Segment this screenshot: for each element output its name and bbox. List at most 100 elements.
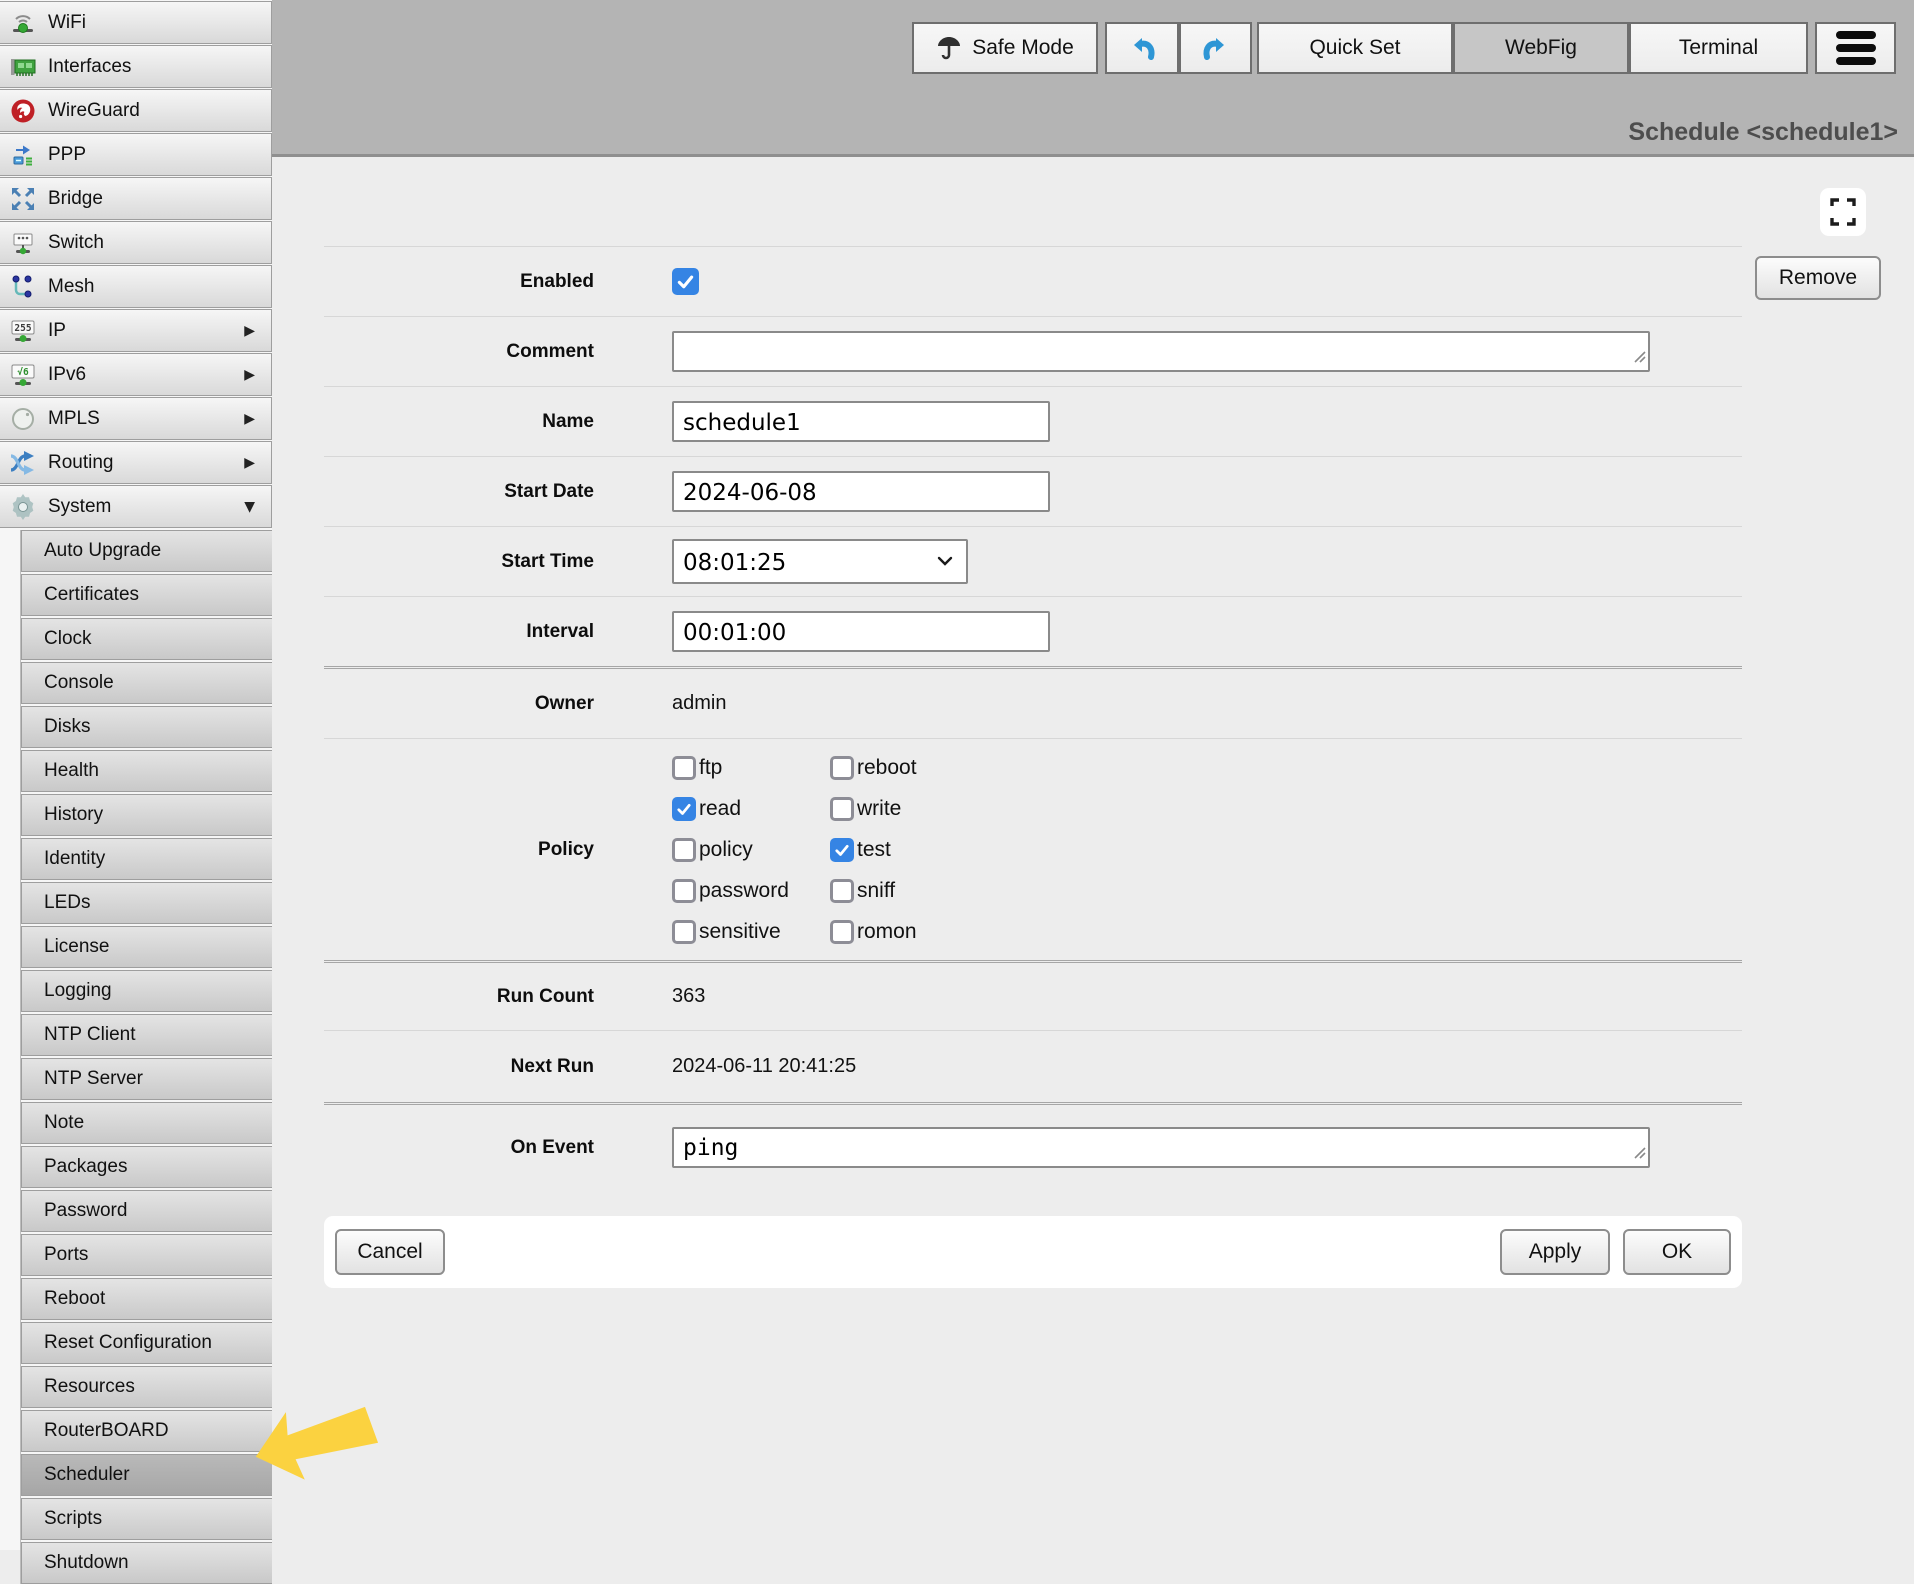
submenu-item-console[interactable]: Console: [21, 662, 272, 704]
submenu-item-note[interactable]: Note: [21, 1102, 272, 1144]
submenu-item-identity[interactable]: Identity: [21, 838, 272, 880]
policy-checkbox-read[interactable]: [672, 797, 696, 821]
submenu-item-auto-upgrade[interactable]: Auto Upgrade: [21, 530, 272, 572]
terminal-label: Terminal: [1679, 36, 1758, 60]
start-date-input[interactable]: [672, 471, 1050, 512]
comment-input[interactable]: [672, 331, 1650, 372]
policy-item-read: read: [672, 797, 830, 821]
policy-item-sensitive: sensitive: [672, 920, 830, 944]
policy-checkbox-label: romon: [857, 920, 917, 944]
undo-icon: [1125, 31, 1159, 65]
submenu-item-health[interactable]: Health: [21, 750, 272, 792]
policy-checkbox-reboot[interactable]: [830, 756, 854, 780]
ipv6-icon: √6: [8, 360, 38, 390]
redo-button[interactable]: [1179, 22, 1252, 74]
interval-label: Interval: [324, 621, 594, 643]
policy-item-password: password: [672, 879, 830, 903]
submenu-item-clock[interactable]: Clock: [21, 618, 272, 660]
policy-checkbox-label: test: [857, 838, 891, 862]
remove-button[interactable]: Remove: [1755, 256, 1881, 300]
mpls-icon: [8, 404, 38, 434]
tab-webfig[interactable]: WebFig: [1453, 22, 1629, 74]
sidebar-item-switch[interactable]: Switch: [0, 221, 272, 264]
sidebar-item-label: Switch: [48, 232, 104, 254]
policy-checkbox-label: read: [699, 797, 741, 821]
sidebar-item-wifi[interactable]: WiFi: [0, 1, 272, 44]
submenu-item-packages[interactable]: Packages: [21, 1146, 272, 1188]
submenu-item-certificates[interactable]: Certificates: [21, 574, 272, 616]
name-input[interactable]: [672, 401, 1050, 442]
policy-checkbox-test[interactable]: [830, 838, 854, 862]
policy-item-romon: romon: [830, 920, 917, 944]
sidebar-item-label: Mesh: [48, 276, 94, 298]
sidebar-item-ppp[interactable]: PPP: [0, 133, 272, 176]
apply-button[interactable]: Apply: [1500, 1229, 1610, 1275]
sidebar-item-routing[interactable]: Routing▶: [0, 441, 272, 484]
policy-checkbox-sensitive[interactable]: [672, 920, 696, 944]
webfig-label: WebFig: [1505, 36, 1577, 60]
start-time-select[interactable]: 08:01:25: [672, 539, 968, 584]
policy-label: Policy: [324, 839, 594, 861]
sidebar-item-mesh[interactable]: Mesh: [0, 265, 272, 308]
action-bar: Cancel Apply OK: [324, 1216, 1742, 1288]
safe-mode-button[interactable]: Safe Mode: [912, 22, 1098, 74]
header: Safe Mode Quick Set WebFig Terminal Sche…: [272, 0, 1914, 157]
policy-checkbox-romon[interactable]: [830, 920, 854, 944]
undo-button[interactable]: [1105, 22, 1179, 74]
comment-label: Comment: [324, 341, 594, 363]
cancel-button[interactable]: Cancel: [335, 1229, 445, 1275]
submenu-item-scheduler[interactable]: Scheduler: [21, 1454, 272, 1496]
submenu-item-logging[interactable]: Logging: [21, 970, 272, 1012]
submenu-item-reboot[interactable]: Reboot: [21, 1278, 272, 1320]
policy-checkbox-ftp[interactable]: [672, 756, 696, 780]
owner-label: Owner: [324, 693, 594, 715]
sidebar-item-interfaces[interactable]: Interfaces: [0, 45, 272, 88]
sidebar-item-wireguard[interactable]: WireGuard: [0, 89, 272, 132]
safe-mode-label: Safe Mode: [972, 36, 1074, 60]
sidebar-item-label: IPv6: [48, 364, 86, 386]
next-run-label: Next Run: [324, 1056, 594, 1078]
sidebar-item-mpls[interactable]: MPLS▶: [0, 397, 272, 440]
umbrella-icon: [936, 35, 962, 61]
name-label: Name: [324, 411, 594, 433]
submenu-item-password[interactable]: Password: [21, 1190, 272, 1232]
tab-quick-set[interactable]: Quick Set: [1257, 22, 1453, 74]
tab-terminal[interactable]: Terminal: [1629, 22, 1808, 74]
submenu-item-ntp-server[interactable]: NTP Server: [21, 1058, 272, 1100]
sidebar-item-system[interactable]: System▼: [0, 485, 272, 528]
ok-button[interactable]: OK: [1623, 1229, 1731, 1275]
menu-button[interactable]: [1815, 22, 1896, 74]
submenu-item-disks[interactable]: Disks: [21, 706, 272, 748]
sidebar-item-ipv6[interactable]: √6IPv6▶: [0, 353, 272, 396]
svg-text:√6: √6: [17, 367, 29, 378]
submenu-item-leds[interactable]: LEDs: [21, 882, 272, 924]
submenu-item-routerboard[interactable]: RouterBOARD: [21, 1410, 272, 1452]
submenu-item-license[interactable]: License: [21, 926, 272, 968]
policy-checkbox-write[interactable]: [830, 797, 854, 821]
submenu-item-resources[interactable]: Resources: [21, 1366, 272, 1408]
submenu-item-ntp-client[interactable]: NTP Client: [21, 1014, 272, 1056]
policy-checkbox-password[interactable]: [672, 879, 696, 903]
policy-checkbox-policy[interactable]: [672, 838, 696, 862]
enabled-label: Enabled: [324, 271, 594, 293]
enabled-checkbox[interactable]: [672, 268, 699, 295]
sidebar-item-label: IP: [48, 320, 66, 342]
sidebar-item-ip[interactable]: 255IP▶: [0, 309, 272, 352]
submenu-item-ports[interactable]: Ports: [21, 1234, 272, 1276]
owner-row: Owner admin: [324, 666, 1742, 738]
sidebar-item-label: MPLS: [48, 408, 100, 430]
interval-input[interactable]: [672, 611, 1050, 652]
submenu-item-scripts[interactable]: Scripts: [21, 1498, 272, 1540]
submenu-item-reset-configuration[interactable]: Reset Configuration: [21, 1322, 272, 1364]
on-event-input[interactable]: ping: [672, 1127, 1650, 1168]
sidebar-item-label: PPP: [48, 144, 86, 166]
submenu-item-shutdown[interactable]: Shutdown: [21, 1542, 272, 1584]
sidebar-item-bridge[interactable]: Bridge: [0, 177, 272, 220]
fullscreen-button[interactable]: [1820, 188, 1866, 236]
policy-checkbox-label: reboot: [857, 756, 917, 780]
sidebar-item-label: Interfaces: [48, 56, 131, 78]
submenu-item-history[interactable]: History: [21, 794, 272, 836]
page-title: Schedule <schedule1>: [1628, 118, 1898, 147]
policy-checkbox-sniff[interactable]: [830, 879, 854, 903]
policy-checkbox-label: sensitive: [699, 920, 781, 944]
